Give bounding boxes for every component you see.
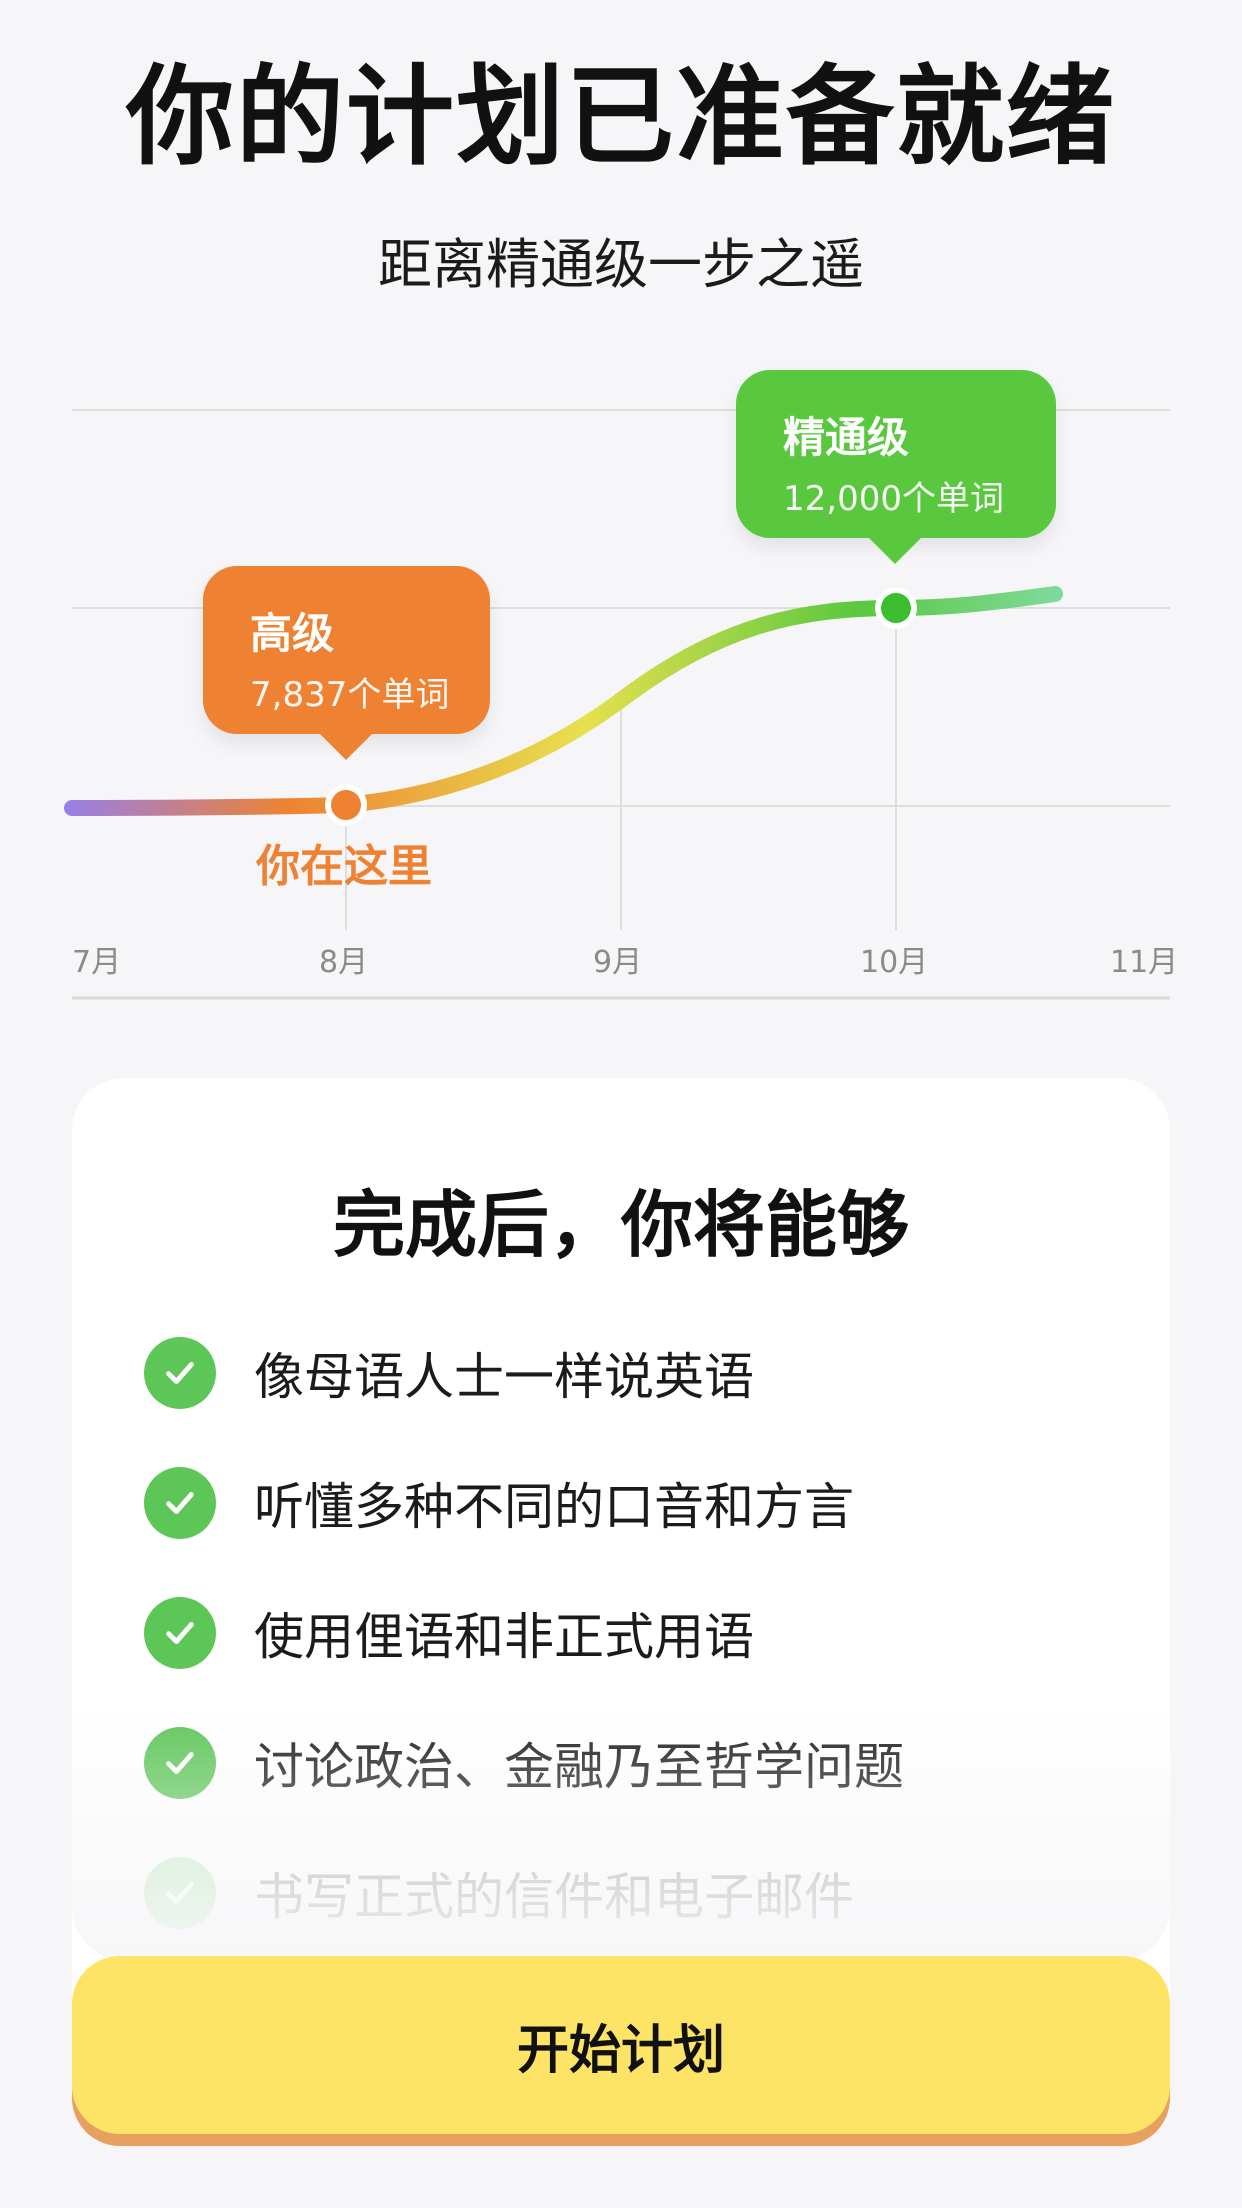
x-tick-label: 10月 [860,945,928,980]
benefit-item: 使用俚语和非正式用语 [144,1568,1130,1698]
benefits-title: 完成后，你将能够 [332,1183,909,1267]
check-icon [144,1727,216,1799]
target-level-words: 12,000个单词 [783,479,1004,519]
benefits-list: 像母语人士一样说英语 听懂多种不同的口音和方言 使用俚语和非正式用语 讨论政治、… [144,1308,1130,1958]
target-level-title: 精通级 [783,413,910,462]
current-level-tooltip: 高级 7,837个单词 [203,566,490,760]
current-level-words: 7,837个单词 [250,675,450,715]
x-tick-label: 11月 [1110,945,1178,980]
check-icon [144,1597,216,1669]
benefit-text: 使用俚语和非正式用语 [254,1608,754,1666]
target-level-tooltip: 精通级 12,000个单词 [736,370,1056,564]
benefit-item: 像母语人士一样说英语 [144,1308,1130,1438]
benefit-text: 听懂多种不同的口音和方言 [254,1478,854,1536]
current-point [325,784,367,826]
start-plan-button[interactable]: 开始计划 [72,1956,1170,2134]
you-are-here-label: 你在这里 [256,841,432,892]
x-tick-label: 9月 [593,945,642,980]
check-icon [144,1857,216,1929]
benefit-item: 听懂多种不同的口音和方言 [144,1438,1130,1568]
tooltip-pointer [867,536,923,564]
benefits-card: 完成后，你将能够 像母语人士一样说英语 听懂多种不同的口音和方言 使用俚语和非正… [72,1078,1170,2078]
x-tick-label: 8月 [319,945,368,980]
benefit-text: 讨论政治、金融乃至哲学问题 [254,1738,904,1796]
benefit-item: 讨论政治、金融乃至哲学问题 [144,1698,1130,1828]
target-point [875,587,917,629]
benefit-text: 书写正式的信件和电子邮件 [254,1868,854,1926]
benefit-text: 像母语人士一样说英语 [254,1348,754,1406]
current-level-title: 高级 [250,609,335,658]
check-icon [144,1467,216,1539]
check-icon [144,1337,216,1409]
benefit-item: 书写正式的信件和电子邮件 [144,1828,1130,1958]
x-tick-label: 7月 [72,945,121,980]
tooltip-pointer [318,732,374,760]
